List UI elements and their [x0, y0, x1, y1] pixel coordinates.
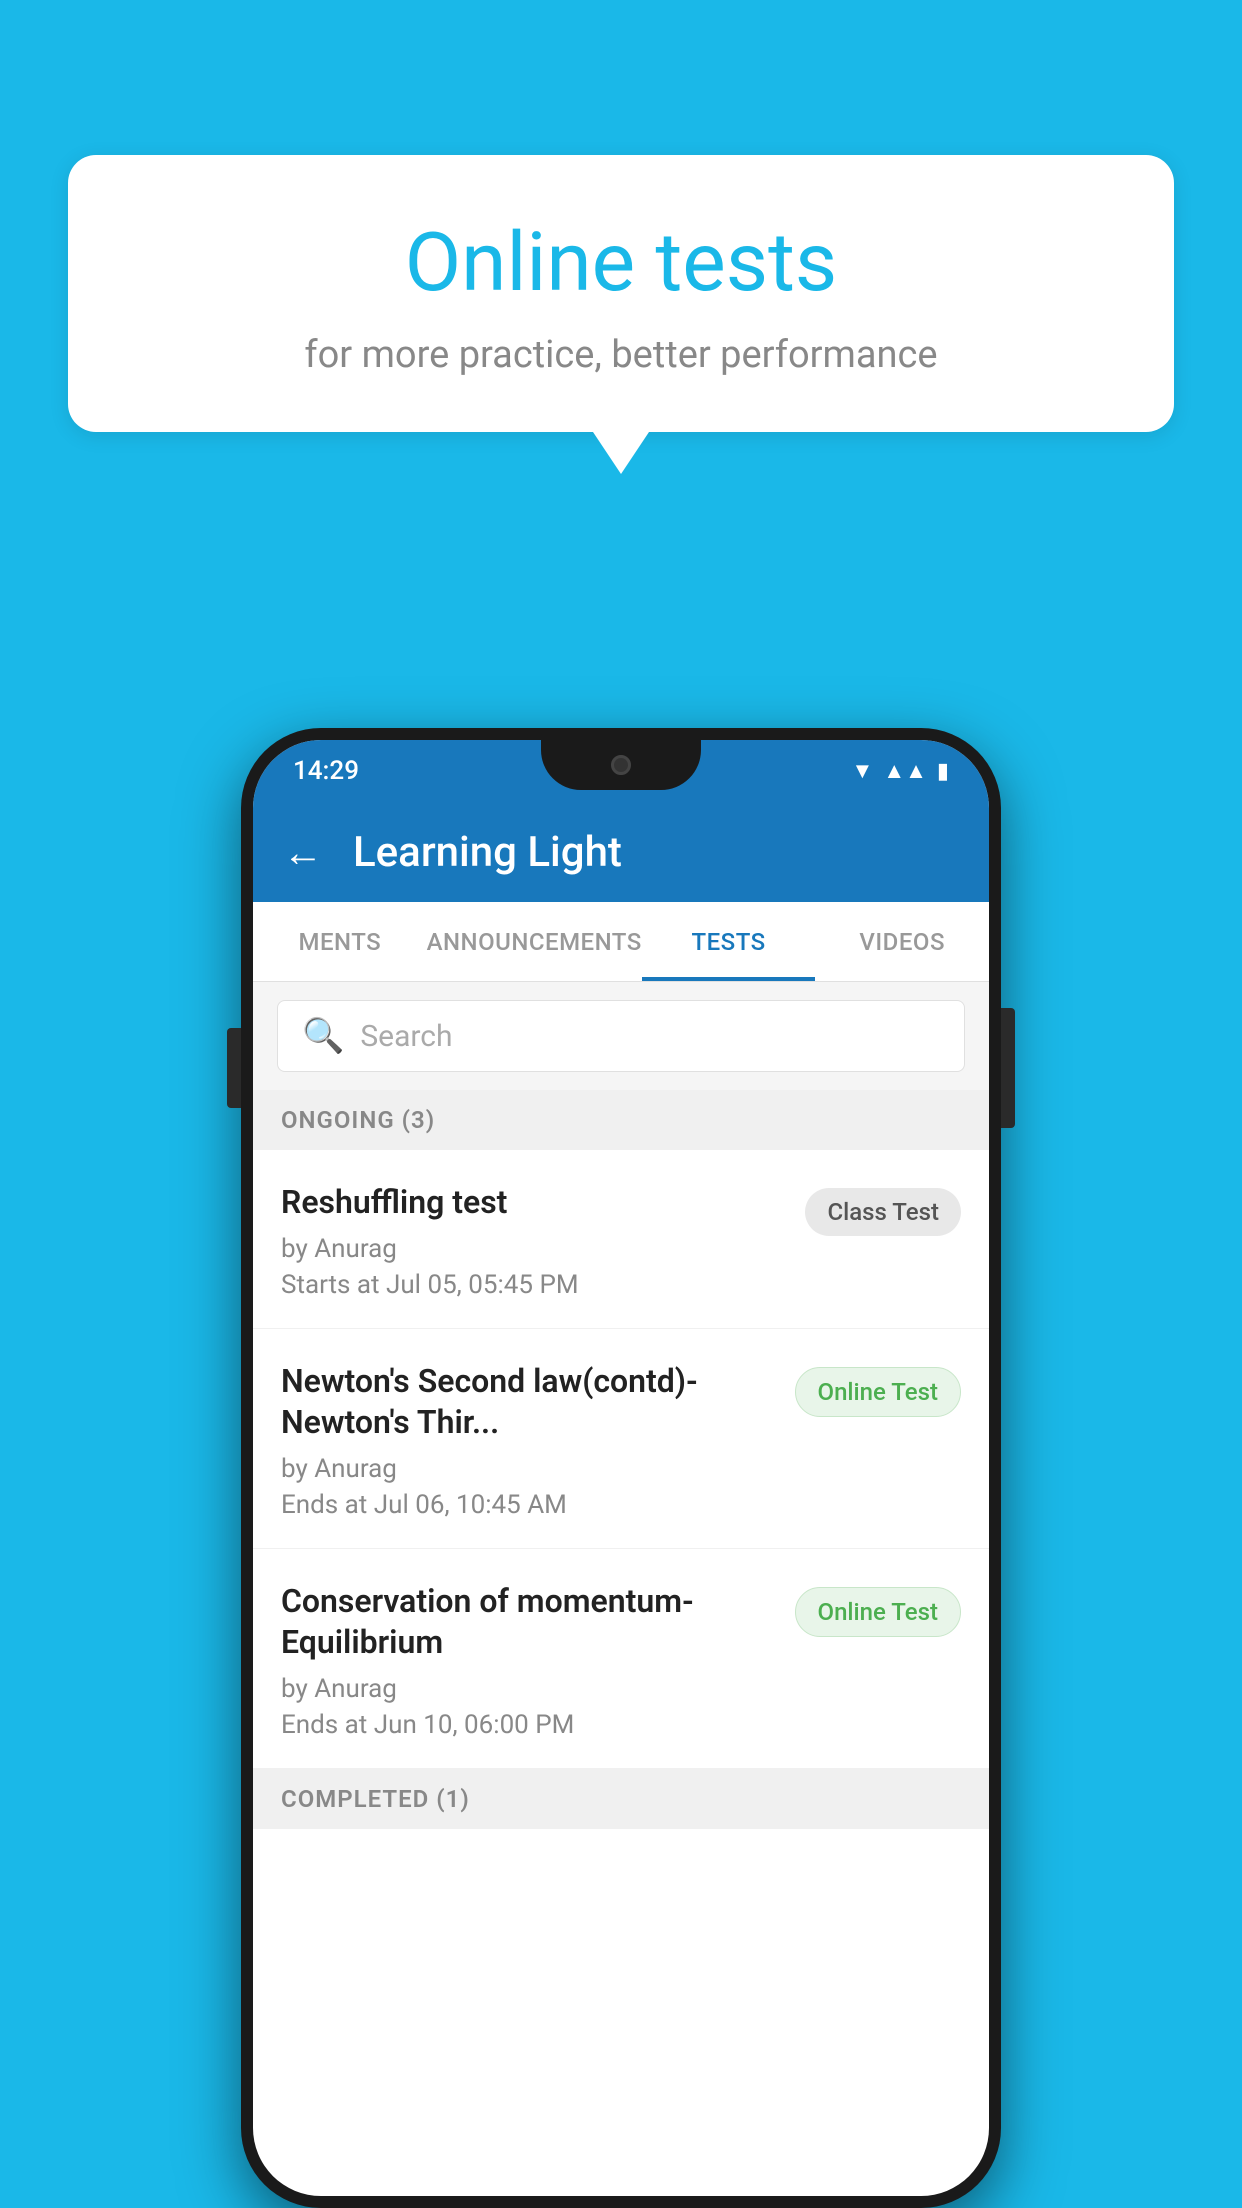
back-button[interactable]: ←	[283, 829, 323, 876]
test-author: by Anurag	[281, 1674, 775, 1704]
test-time: Starts at Jul 05, 05:45 PM	[281, 1270, 785, 1300]
signal-icon: ▲▲	[883, 758, 927, 784]
test-author: by Anurag	[281, 1234, 785, 1264]
tab-announcements[interactable]: ANNOUNCEMENTS	[427, 902, 642, 981]
test-author: by Anurag	[281, 1454, 775, 1484]
test-time: Ends at Jul 06, 10:45 AM	[281, 1490, 775, 1520]
speech-bubble-container: Online tests for more practice, better p…	[68, 155, 1174, 432]
test-time: Ends at Jun 10, 06:00 PM	[281, 1710, 775, 1740]
phone-outer: 14:29 ▼ ▲▲ ▮ ← Learning Light MENTS ANNO…	[241, 728, 1001, 2208]
search-icon: 🔍	[302, 1016, 344, 1056]
completed-section-header: COMPLETED (1)	[253, 1769, 989, 1829]
test-info: Reshuffling test by Anurag Starts at Jul…	[281, 1182, 805, 1300]
test-title: Newton's Second law(contd)-Newton's Thir…	[281, 1361, 775, 1444]
search-bar[interactable]: 🔍 Search	[277, 1000, 965, 1072]
test-title: Conservation of momentum-Equilibrium	[281, 1581, 775, 1664]
content-area: 🔍 Search ONGOING (3) Reshuffling test by…	[253, 982, 989, 2196]
bubble-title: Online tests	[118, 215, 1124, 311]
test-badge-online: Online Test	[795, 1367, 961, 1417]
battery-icon: ▮	[937, 759, 949, 784]
tab-videos[interactable]: VIDEOS	[815, 902, 989, 981]
test-title: Reshuffling test	[281, 1182, 785, 1224]
tab-ments[interactable]: MENTS	[253, 902, 427, 981]
phone-notch	[541, 740, 701, 790]
search-placeholder: Search	[360, 1019, 452, 1054]
test-item[interactable]: Reshuffling test by Anurag Starts at Jul…	[253, 1150, 989, 1329]
camera	[611, 755, 631, 775]
ongoing-section-header: ONGOING (3)	[253, 1090, 989, 1150]
search-container: 🔍 Search	[253, 982, 989, 1090]
app-bar: ← Learning Light	[253, 802, 989, 902]
speech-bubble: Online tests for more practice, better p…	[68, 155, 1174, 432]
wifi-icon: ▼	[852, 758, 874, 784]
tabs-container: MENTS ANNOUNCEMENTS TESTS VIDEOS	[253, 902, 989, 982]
test-item[interactable]: Conservation of momentum-Equilibrium by …	[253, 1549, 989, 1769]
test-info: Newton's Second law(contd)-Newton's Thir…	[281, 1361, 795, 1520]
status-icons: ▼ ▲▲ ▮	[852, 758, 949, 784]
tab-tests[interactable]: TESTS	[642, 902, 816, 981]
bubble-subtitle: for more practice, better performance	[118, 333, 1124, 377]
phone-screen: 14:29 ▼ ▲▲ ▮ ← Learning Light MENTS ANNO…	[253, 740, 989, 2196]
phone-mockup: 14:29 ▼ ▲▲ ▮ ← Learning Light MENTS ANNO…	[241, 728, 1001, 2208]
test-badge-online: Online Test	[795, 1587, 961, 1637]
test-item[interactable]: Newton's Second law(contd)-Newton's Thir…	[253, 1329, 989, 1549]
test-badge-class: Class Test	[805, 1188, 961, 1236]
status-time: 14:29	[293, 756, 359, 786]
app-title: Learning Light	[353, 828, 622, 877]
test-info: Conservation of momentum-Equilibrium by …	[281, 1581, 795, 1740]
